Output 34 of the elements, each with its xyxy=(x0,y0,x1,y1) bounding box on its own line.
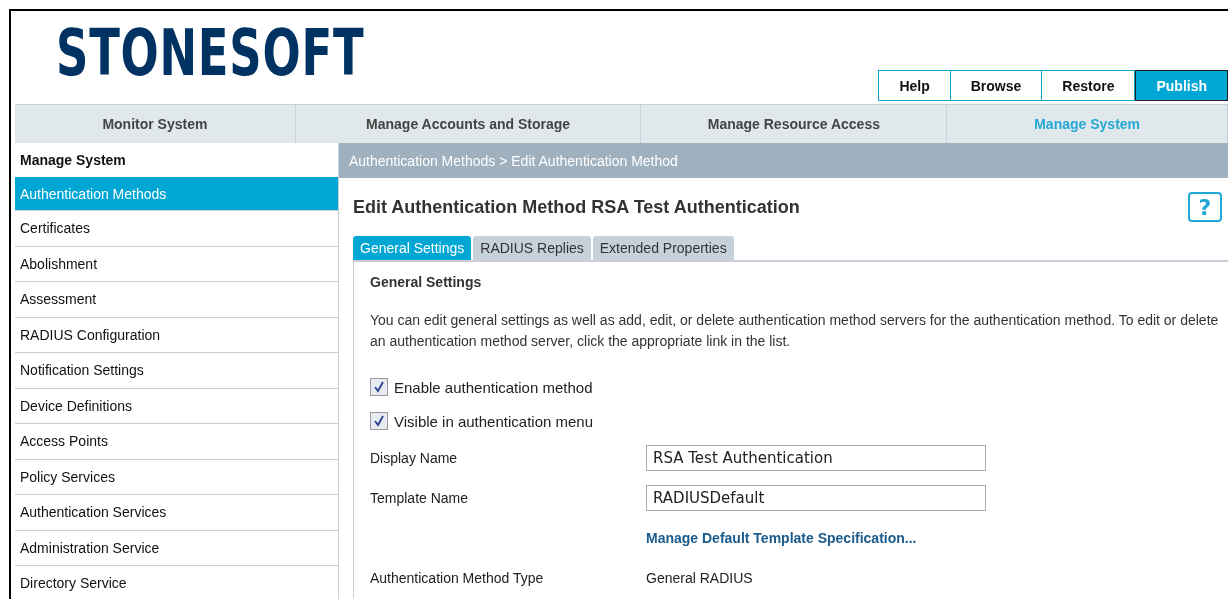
sidebar-title: Manage System xyxy=(19,151,127,170)
header-button[interactable]: Browse xyxy=(950,70,1043,101)
header-button[interactable]: Help xyxy=(878,70,951,101)
text-field[interactable]: RADIUSDefault xyxy=(646,485,986,511)
sidebar-item[interactable]: Abolishment xyxy=(15,246,338,282)
header-button[interactable]: Restore xyxy=(1042,70,1136,101)
checkbox[interactable] xyxy=(370,412,388,430)
sidebar-item[interactable]: Policy Services xyxy=(15,459,338,495)
field-label: Template Name xyxy=(370,490,470,506)
sidebar-item[interactable]: Notification Settings xyxy=(15,353,338,389)
text-field[interactable]: RSA Test Authentication xyxy=(646,445,986,471)
field-label: Authentication Method Type xyxy=(370,570,545,586)
section-title: General Settings xyxy=(370,274,483,290)
field-value: General RADIUS xyxy=(646,570,753,586)
tab[interactable]: Extended Properties xyxy=(592,236,734,260)
sidebar-item[interactable]: Certificates xyxy=(15,211,338,247)
sidebar-item[interactable]: Access Points xyxy=(15,424,338,460)
checkbox-label: Enable authentication method xyxy=(394,378,593,396)
nav-tab[interactable]: Monitor System xyxy=(15,105,296,143)
checkbox-label: Visible in authentication menu xyxy=(394,412,594,430)
sidebar-item[interactable]: Directory Service xyxy=(15,566,338,599)
page-title: Edit Authentication Method RSA Test Authentication xyxy=(353,196,800,218)
checkbox[interactable] xyxy=(370,378,388,396)
description: You can edit general settings as well as add, edit, or delete authentication method servers for the authentication method. To edit or delete an authentication method server, click the appropriate link in the list. xyxy=(370,311,1220,351)
breadcrumb: Authentication Methods > Edit Authentication Method xyxy=(339,143,1228,178)
logo: STONESOFT xyxy=(56,17,365,89)
sidebar-item[interactable]: Authentication Services xyxy=(15,495,338,531)
template-link[interactable]: Manage Default Template Specification... xyxy=(646,530,917,546)
sidebar-item[interactable]: Administration Service xyxy=(15,530,338,566)
sidebar-item[interactable]: Device Definitions xyxy=(15,388,338,424)
sidebar-item[interactable]: Assessment xyxy=(15,282,338,318)
sidebar-item[interactable]: RADIUS Configuration xyxy=(15,317,338,353)
field-label: Display Name xyxy=(370,450,459,466)
tab[interactable]: RADIUS Replies xyxy=(473,236,591,260)
